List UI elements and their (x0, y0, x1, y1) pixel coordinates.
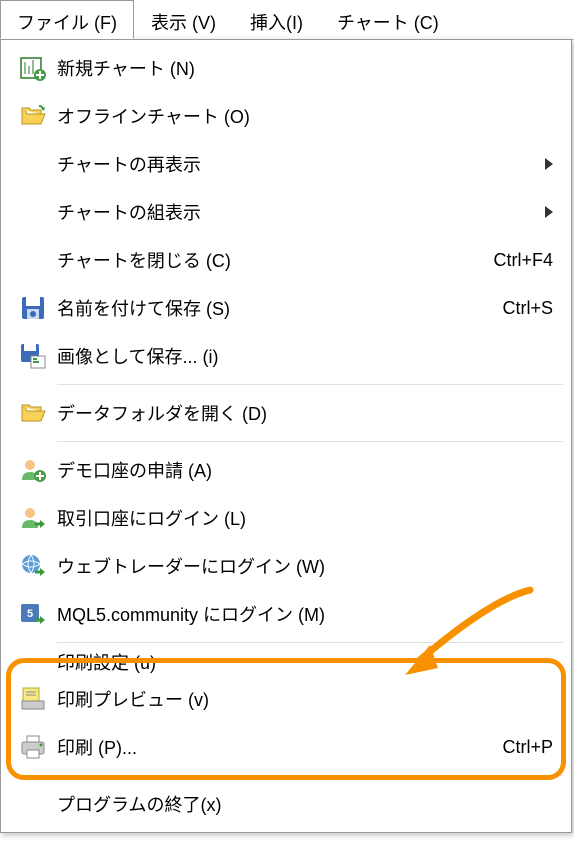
menu-separator (57, 441, 563, 442)
save-image-icon (9, 342, 57, 370)
folder-open-green-icon (9, 102, 57, 130)
print-preview-icon (9, 685, 57, 713)
menubar: ファイル (F) 表示 (V) 挿入(I) チャート (C) (0, 0, 574, 40)
svg-text:5: 5 (27, 608, 33, 620)
menu-separator (57, 384, 563, 385)
menu-item[interactable]: チャートの組表示 (1, 188, 571, 236)
menubar-view[interactable]: 表示 (V) (134, 0, 233, 39)
menu-item[interactable]: 印刷設定 (u) (1, 647, 571, 675)
user-login-icon (9, 504, 57, 532)
menu-item-shortcut: Ctrl+S (502, 298, 553, 319)
menu-item-label: 取引口座にログイン (L) (57, 505, 553, 531)
menu-item-label: 印刷プレビュー (v) (57, 686, 553, 712)
new-chart-icon (9, 54, 57, 82)
menu-item-label: MQL5.community にログイン (M) (57, 601, 553, 627)
menu-item-label: 印刷 (P)... (57, 734, 482, 760)
menubar-chart[interactable]: チャート (C) (320, 0, 456, 39)
menubar-insert[interactable]: 挿入(I) (233, 0, 320, 39)
menu-item[interactable]: 画像として保存... (i) (1, 332, 571, 380)
menu-item-label: プログラムの終了(x) (57, 791, 553, 817)
menu-separator (57, 775, 563, 776)
menu-item-label: オフラインチャート (O) (57, 103, 553, 129)
menu-item[interactable]: 新規チャート (N) (1, 44, 571, 92)
menu-item-label: チャートの組表示 (57, 199, 537, 225)
menu-item-shortcut: Ctrl+P (502, 737, 553, 758)
printer-icon (9, 733, 57, 761)
menu-item-label: 新規チャート (N) (57, 55, 553, 81)
file-dropdown: 新規チャート (N)オフラインチャート (O)チャートの再表示チャートの組表示チ… (0, 39, 572, 833)
menu-item[interactable]: 名前を付けて保存 (S) Ctrl+S (1, 284, 571, 332)
menu-item[interactable]: オフラインチャート (O) (1, 92, 571, 140)
menu-item[interactable]: データフォルダを開く (D) (1, 389, 571, 437)
menu-item[interactable]: 取引口座にログイン (L) (1, 494, 571, 542)
menu-item[interactable]: 印刷プレビュー (v) (1, 675, 571, 723)
menu-item[interactable]: デモ口座の申請 (A) (1, 446, 571, 494)
submenu-arrow-icon (545, 206, 553, 218)
menu-item-shortcut: Ctrl+F4 (493, 250, 553, 271)
menu-item-label: チャートを閉じる (C) (57, 247, 473, 273)
menu-item[interactable]: チャートを閉じる (C) Ctrl+F4 (1, 236, 571, 284)
menu-item-label: ウェブトレーダーにログイン (W) (57, 553, 553, 579)
folder-open-yellow-icon (9, 399, 57, 427)
submenu-arrow-icon (545, 158, 553, 170)
menu-item[interactable]: チャートの再表示 (1, 140, 571, 188)
globe-icon (9, 552, 57, 580)
mql5-icon: 5 (9, 600, 57, 628)
menubar-file[interactable]: ファイル (F) (0, 0, 134, 39)
menu-item-label: チャートの再表示 (57, 151, 537, 177)
menu-item[interactable]: ウェブトレーダーにログイン (W) (1, 542, 571, 590)
save-icon (9, 294, 57, 322)
menu-item-label: デモ口座の申請 (A) (57, 457, 553, 483)
menu-item-label: データフォルダを開く (D) (57, 400, 553, 426)
menu-item[interactable]: 5 MQL5.community にログイン (M) (1, 590, 571, 638)
menu-item[interactable]: 印刷 (P)... Ctrl+P (1, 723, 571, 771)
menu-item-label: 名前を付けて保存 (S) (57, 295, 482, 321)
user-add-icon (9, 456, 57, 484)
menu-item-label: 画像として保存... (i) (57, 343, 553, 369)
menu-item-label: 印刷設定 (u) (57, 649, 553, 675)
menu-item[interactable]: プログラムの終了(x) (1, 780, 571, 828)
menu-separator (57, 642, 563, 643)
